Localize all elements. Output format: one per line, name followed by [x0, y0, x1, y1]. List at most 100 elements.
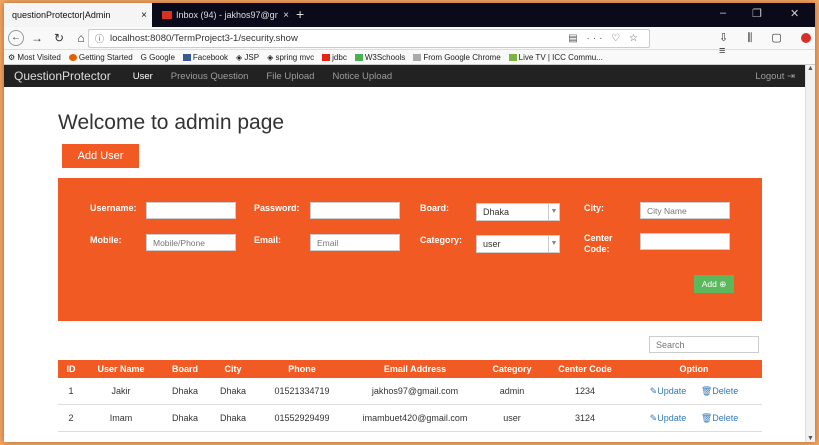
- browser-window: questionProtector|Admin × Inbox (94) - j…: [4, 3, 815, 442]
- update-link[interactable]: ✎Update: [650, 413, 687, 423]
- password-input[interactable]: [310, 202, 400, 219]
- bookmark-folder[interactable]: From Google Chrome: [413, 53, 501, 62]
- tab-inbox[interactable]: Inbox (94) - jakhos97@gmail.c ×: [154, 3, 294, 27]
- nav-previous-question[interactable]: Previous Question: [171, 71, 249, 82]
- nav-user[interactable]: User: [133, 71, 153, 82]
- bookmark-most-visited[interactable]: ⚙ Most Visited: [8, 53, 61, 62]
- update-link[interactable]: ✎Update: [650, 386, 687, 396]
- cell-code: 3124: [544, 404, 626, 432]
- col-option[interactable]: Option: [626, 360, 762, 378]
- url-bar[interactable]: ⓘ localhost:8080/TermProject3-1/security…: [88, 29, 650, 48]
- page-actions-icon[interactable]: ▤ ··· ♡ ☆: [568, 33, 641, 44]
- cell-phone: 01521334719: [254, 378, 350, 405]
- cell-phone: 01552929499: [254, 404, 350, 432]
- nav-file-upload[interactable]: File Upload: [266, 71, 314, 82]
- bookmark-jdbc[interactable]: jdbc: [322, 53, 347, 62]
- cell-board: Dhaka: [158, 404, 212, 432]
- trash-icon: 🗑: [700, 412, 713, 423]
- chevron-down-icon: ▼: [548, 236, 559, 252]
- col-city[interactable]: City: [212, 360, 254, 378]
- category-select[interactable]: user ▼: [476, 235, 560, 253]
- bookmark-spring[interactable]: ◈ spring mvc: [267, 53, 314, 62]
- city-label: City:: [584, 203, 604, 213]
- password-label: Password:: [254, 203, 300, 213]
- tab-label: questionProtector|Admin: [12, 10, 111, 20]
- cell-code: 1234: [544, 378, 626, 405]
- cell-email: imambuet420@gmail.com: [350, 404, 480, 432]
- cell-id: 2: [58, 404, 84, 432]
- nav-toolbar: ← → ↻ ⌂ ⓘ localhost:8080/TermProject3-1/…: [4, 27, 815, 57]
- board-select[interactable]: Dhaka ▼: [476, 203, 560, 221]
- toolbar-icons[interactable]: ⇩ ⫼ ▢ ≡: [719, 31, 815, 57]
- search-input[interactable]: [649, 336, 759, 353]
- info-icon[interactable]: ⓘ: [95, 32, 104, 45]
- delete-link[interactable]: 🗑Delete: [701, 386, 738, 396]
- col-email[interactable]: Email Address: [350, 360, 480, 378]
- gmail-icon: [162, 11, 172, 19]
- username-input[interactable]: [146, 202, 236, 219]
- cell-name: Imam: [84, 404, 158, 432]
- table-row: 1 Jakir Dhaka Dhaka 01521334719 jakhos97…: [58, 378, 762, 405]
- brand-link[interactable]: QuestionProtector: [14, 69, 111, 83]
- close-tab-icon[interactable]: ×: [136, 10, 152, 21]
- mobile-input[interactable]: [146, 234, 236, 251]
- logout-link[interactable]: Logout ⇥: [755, 71, 795, 82]
- bookmark-facebook[interactable]: Facebook: [182, 53, 228, 62]
- back-icon[interactable]: ←: [8, 30, 24, 46]
- bookmark-getting-started[interactable]: Getting Started: [68, 53, 133, 62]
- cell-options: ✎Update 🗑Delete: [626, 378, 762, 405]
- board-value: Dhaka: [483, 207, 510, 217]
- col-phone[interactable]: Phone: [254, 360, 350, 378]
- username-label: Username:: [90, 203, 137, 213]
- reload-icon[interactable]: ↻: [50, 31, 68, 45]
- bookmark-live-tv[interactable]: Live TV | ICC Commu...: [508, 53, 603, 62]
- cell-id: 1: [58, 378, 84, 405]
- col-center-code[interactable]: Center Code: [544, 360, 626, 378]
- col-category[interactable]: Category: [480, 360, 544, 378]
- scroll-down-icon[interactable]: ▼: [807, 435, 814, 442]
- col-id[interactable]: ID: [58, 360, 84, 378]
- cell-name: Jakir: [84, 378, 158, 405]
- cell-city: Dhaka: [212, 404, 254, 432]
- cell-category: user: [480, 404, 544, 432]
- col-board[interactable]: Board: [158, 360, 212, 378]
- board-label: Board:: [420, 203, 449, 213]
- cell-board: Dhaka: [158, 378, 212, 405]
- tab-label: Inbox (94) - jakhos97@gmail.c: [176, 10, 278, 20]
- center-code-label: Center Code:: [584, 233, 613, 254]
- delete-link[interactable]: 🗑Delete: [701, 413, 738, 423]
- page-title: Welcome to admin page: [58, 111, 285, 134]
- col-user-name[interactable]: User Name: [84, 360, 158, 378]
- email-input[interactable]: [310, 234, 400, 251]
- bookmark-w3schools[interactable]: W3Schools: [354, 53, 405, 62]
- bookmarks-bar: ⚙ Most Visited Getting Started G Google …: [4, 50, 815, 65]
- close-window-icon[interactable]: ✕: [790, 7, 799, 20]
- tab-admin[interactable]: questionProtector|Admin ×: [4, 3, 152, 27]
- scroll-up-icon[interactable]: ▲: [807, 65, 814, 72]
- cell-city: Dhaka: [212, 378, 254, 405]
- new-tab-button[interactable]: +: [296, 6, 304, 22]
- app-navbar: QuestionProtector User Previous Question…: [4, 65, 815, 87]
- mobile-label: Mobile:: [90, 235, 122, 245]
- bookmark-jsp[interactable]: ◈ JSP: [236, 53, 259, 62]
- bookmark-google[interactable]: G Google: [141, 53, 175, 62]
- cell-category: admin: [480, 378, 544, 405]
- table-header-row: ID User Name Board City Phone Email Addr…: [58, 360, 762, 378]
- nav-notice-upload[interactable]: Notice Upload: [332, 71, 392, 82]
- adblock-icon[interactable]: [800, 33, 811, 44]
- category-label: Category:: [420, 235, 463, 245]
- add-user-form: Username: Password: Board: Dhaka ▼ City:…: [58, 178, 762, 321]
- minimize-icon[interactable]: –: [720, 7, 726, 19]
- trash-icon: 🗑: [700, 385, 713, 396]
- maximize-icon[interactable]: ❐: [752, 7, 762, 20]
- add-user-button[interactable]: Add User: [62, 144, 139, 168]
- center-code-input[interactable]: [640, 233, 730, 250]
- chevron-down-icon: ▼: [548, 204, 559, 220]
- city-input[interactable]: [640, 202, 730, 219]
- forward-icon[interactable]: →: [28, 31, 46, 45]
- close-tab-icon[interactable]: ×: [278, 10, 294, 21]
- cell-options: ✎Update 🗑Delete: [626, 404, 762, 432]
- users-table: ID User Name Board City Phone Email Addr…: [58, 360, 762, 432]
- add-button[interactable]: Add ⊕: [694, 275, 734, 293]
- page-scrollbar[interactable]: ▲ ▼: [805, 65, 815, 442]
